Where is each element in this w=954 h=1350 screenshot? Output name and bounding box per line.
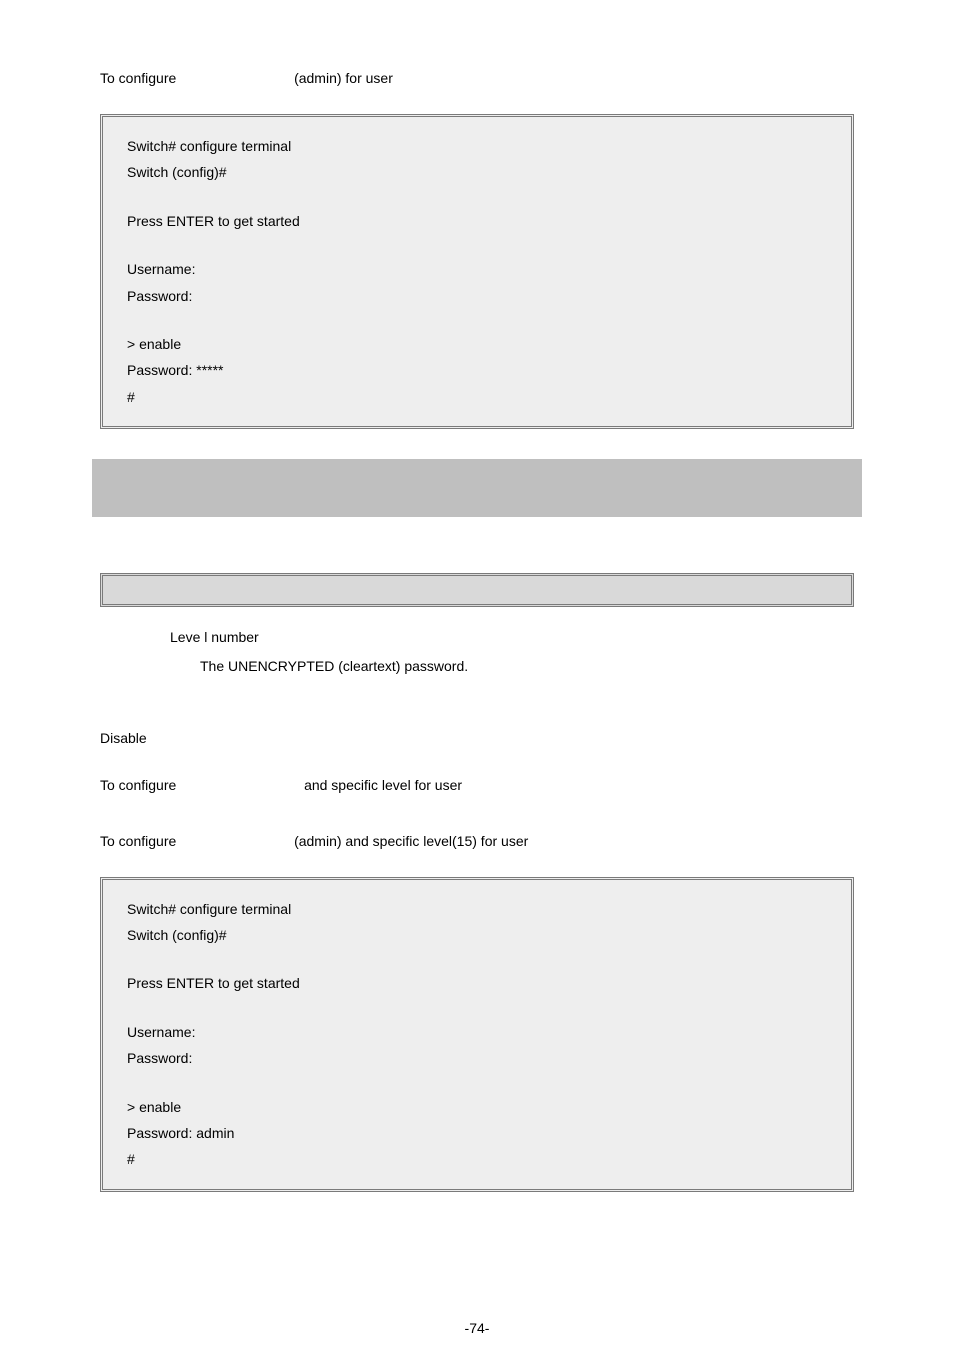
gap-2 [100,755,854,777]
code-2-line-3: Press ENTER to get started [127,972,827,994]
code-1-line-5: Password: [127,285,827,307]
code-2-line-7: Password: admin [127,1122,827,1144]
gap-1 [100,684,854,722]
intro-1-part-1: To configure [100,70,176,86]
intro-3-part-1: To configure [100,833,176,849]
code-1-line-4: Username: [127,258,827,280]
code-2-blank-3 [127,1074,827,1092]
syntax-bar [100,573,854,607]
code-1-line-1: Switch# configure terminal [127,135,827,157]
code-block-1: Switch# configure terminal Switch (confi… [100,114,854,429]
page-number: -74- [0,1320,954,1336]
disable-line: Disable [100,726,854,751]
code-1-line-3: Press ENTER to get started [127,210,827,232]
intro-1-part-2: (admin) for user [294,70,393,86]
intro-2-part-2: and specific level for user [304,777,462,793]
intro-line-2: To configure and specific level for user [100,777,854,793]
code-2-blank-1 [127,950,827,968]
code-1-line-6: > enable [127,333,827,355]
intro-3-part-2: (admin) and specific level(15) for user [294,833,528,849]
code-1-line-8: # [127,386,827,408]
code-1-blank-1 [127,188,827,206]
code-2-line-6: > enable [127,1096,827,1118]
intro-line-3: To configure (admin) and specific level(… [100,833,854,849]
code-2-line-2: Switch (config)# [127,924,827,946]
code-2-line-5: Password: [127,1047,827,1069]
intro-2-part-1: To configure [100,777,176,793]
code-1-line-7: Password: ***** [127,359,827,381]
code-1-blank-2 [127,236,827,254]
desc-level-number: Leve l number [100,625,854,650]
code-2-line-8: # [127,1148,827,1170]
section-heading-bar [92,459,862,517]
code-2-line-4: Username: [127,1021,827,1043]
desc-password: The UNENCRYPTED (cleartext) password. [100,654,854,679]
code-1-blank-3 [127,311,827,329]
document-page: To configure (admin) for user Switch# co… [0,0,954,1350]
intro-line-1: To configure (admin) for user [100,70,854,86]
code-1-line-2: Switch (config)# [127,161,827,183]
code-block-2: Switch# configure terminal Switch (confi… [100,877,854,1192]
code-2-line-1: Switch# configure terminal [127,898,827,920]
gap-3 [100,811,854,833]
code-2-blank-2 [127,999,827,1017]
